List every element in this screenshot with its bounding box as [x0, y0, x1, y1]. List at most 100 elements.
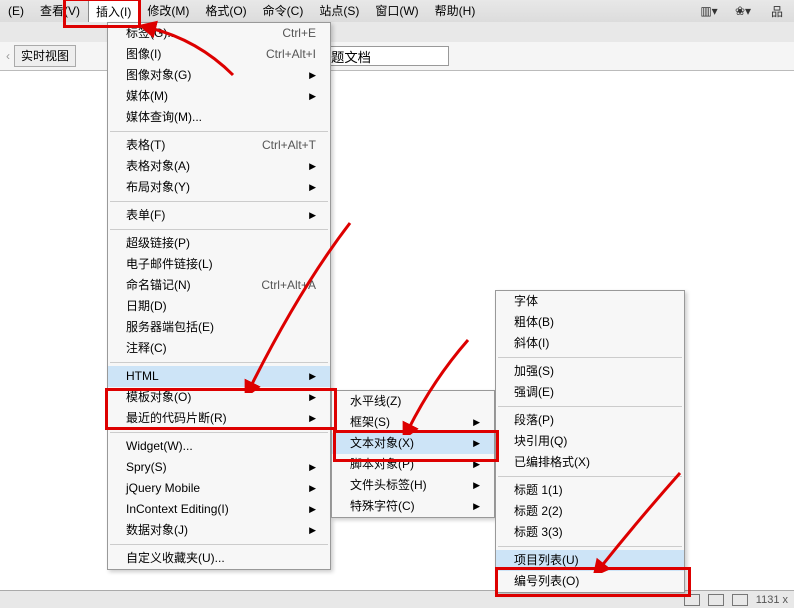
menubar: (E) 查看(V) 插入(I) 修改(M) 格式(O) 命令(C) 站点(S) … [0, 0, 794, 23]
menu-item-label: 项目列表(U) [514, 550, 579, 571]
insert-menu-item-19[interactable]: HTML ▶ [108, 366, 330, 387]
text-submenu-item-16[interactable]: 编号列表(O) [496, 571, 684, 592]
menu-e[interactable]: (E) [0, 0, 32, 22]
text-submenu-item-5[interactable]: 强调(E) [496, 382, 684, 403]
menu-format[interactable]: 格式(O) [197, 0, 254, 22]
html-submenu-item-3[interactable]: 脚本对象(P) ▶ [332, 454, 494, 475]
separator [110, 201, 328, 202]
menu-modify[interactable]: 修改(M) [139, 0, 197, 22]
separator [110, 432, 328, 433]
gear-icon[interactable]: ❀▾ [730, 2, 756, 20]
insert-menu-item-1[interactable]: 图像(I)Ctrl+Alt+I [108, 44, 330, 65]
menu-item-label: 强调(E) [514, 382, 554, 403]
insert-menu-item-6[interactable]: 表格(T)Ctrl+Alt+T [108, 135, 330, 156]
separator [110, 362, 328, 363]
menu-insert[interactable]: 插入(I) [88, 0, 139, 23]
menu-item-label: 加强(S) [514, 361, 554, 382]
text-submenu-item-2[interactable]: 斜体(I) [496, 333, 684, 354]
insert-menu-item-29[interactable]: 自定义收藏夹(U)... [108, 548, 330, 569]
selector-icon[interactable] [684, 594, 700, 606]
menu-item-label: 编号列表(O) [514, 571, 579, 592]
menu-site[interactable]: 站点(S) [311, 0, 367, 22]
screen-icon[interactable] [708, 594, 724, 606]
submenu-arrow-icon: ▶ [309, 205, 316, 226]
layout-icon[interactable]: ▥▾ [696, 2, 722, 20]
html-submenu-item-0[interactable]: 水平线(Z) [332, 391, 494, 412]
separator [110, 229, 328, 230]
menu-item-label: 特殊字符(C) [350, 496, 415, 517]
submenu-arrow-icon: ▶ [473, 475, 480, 496]
insert-menu-item-16[interactable]: 服务器端包括(E) [108, 317, 330, 338]
menu-item-label: 表格对象(A) [126, 156, 190, 177]
menu-item-label: 超级链接(P) [126, 233, 190, 254]
separator [498, 546, 682, 547]
menu-item-label: 最近的代码片断(R) [126, 408, 227, 429]
insert-menu-item-8[interactable]: 布局对象(Y)▶ [108, 177, 330, 198]
html-submenu-item-5[interactable]: 特殊字符(C)▶ [332, 496, 494, 517]
text-submenu-item-0[interactable]: 字体 [496, 291, 684, 312]
menu-item-label: 文本对象(X) [350, 433, 414, 454]
menu-item-label: 字体 [514, 291, 538, 312]
submenu-arrow-icon: ▶ [309, 387, 316, 408]
menu-item-label: 脚本对象(P) [350, 454, 414, 475]
menu-commands[interactable]: 命令(C) [255, 0, 312, 22]
menu-item-label: 媒体(M) [126, 86, 168, 107]
submenu-arrow-icon: ▶ [309, 499, 316, 520]
html-submenu: 水平线(Z)框架(S)▶文本对象(X)▶脚本对象(P)▶文件头标签(H)▶特殊字… [331, 390, 495, 518]
text-submenu-item-9[interactable]: 已编排格式(X) [496, 452, 684, 473]
menu-item-label: 图像(I) [126, 44, 161, 65]
insert-menu-item-20[interactable]: 模板对象(O)▶ [108, 387, 330, 408]
insert-menu-item-3[interactable]: 媒体(M)▶ [108, 86, 330, 107]
insert-menu-item-27[interactable]: 数据对象(J)▶ [108, 520, 330, 541]
text-submenu-item-11[interactable]: 标题 1(1) [496, 480, 684, 501]
submenu-arrow-icon: ▶ [309, 156, 316, 177]
insert-menu-item-4[interactable]: 媒体查询(M)... [108, 107, 330, 128]
insert-menu-item-12[interactable]: 超级链接(P) [108, 233, 330, 254]
menu-window[interactable]: 窗口(W) [367, 0, 426, 22]
menu-item-label: 布局对象(Y) [126, 177, 190, 198]
separator [110, 131, 328, 132]
insert-menu-item-24[interactable]: Spry(S)▶ [108, 457, 330, 478]
submenu-arrow-icon: ▶ [473, 454, 480, 475]
shortcut: Ctrl+E [282, 23, 316, 44]
menu-help[interactable]: 帮助(H) [427, 0, 484, 22]
insert-menu-item-25[interactable]: jQuery Mobile▶ [108, 478, 330, 499]
submenu-arrow-icon: ▶ [309, 366, 316, 387]
menu-item-label: 标题 1(1) [514, 480, 563, 501]
insert-menu-item-17[interactable]: 注释(C) [108, 338, 330, 359]
menu-item-label: 电子邮件链接(L) [126, 254, 213, 275]
text-submenu-item-13[interactable]: 标题 3(3) [496, 522, 684, 543]
insert-menu-item-21[interactable]: 最近的代码片断(R)▶ [108, 408, 330, 429]
text-submenu-item-7[interactable]: 段落(P) [496, 410, 684, 431]
insert-menu-item-13[interactable]: 电子邮件链接(L) [108, 254, 330, 275]
text-submenu-item-1[interactable]: 粗体(B) [496, 312, 684, 333]
text-object-submenu: 字体粗体(B)斜体(I) 加强(S)强调(E) 段落(P)块引用(Q)已编排格式(X… [495, 290, 685, 593]
menu-item-label: jQuery Mobile [126, 478, 200, 499]
menu-view[interactable]: 查看(V) [32, 0, 88, 22]
insert-menu: 标签(G)...Ctrl+E图像(I)Ctrl+Alt+I图像对象(G)▶媒体(… [107, 22, 331, 570]
menu-item-label: HTML [126, 366, 159, 387]
insert-menu-item-0[interactable]: 标签(G)...Ctrl+E [108, 23, 330, 44]
text-submenu-item-4[interactable]: 加强(S) [496, 361, 684, 382]
text-submenu-item-15[interactable]: 项目列表(U) [496, 550, 684, 571]
device-icon[interactable] [732, 594, 748, 606]
status-size: 1131 x [756, 594, 788, 606]
html-submenu-item-4[interactable]: 文件头标签(H)▶ [332, 475, 494, 496]
menu-item-label: 框架(S) [350, 412, 390, 433]
insert-menu-item-15[interactable]: 日期(D) [108, 296, 330, 317]
insert-menu-item-7[interactable]: 表格对象(A) ▶ [108, 156, 330, 177]
html-submenu-item-1[interactable]: 框架(S)▶ [332, 412, 494, 433]
live-view-button[interactable]: 实时视图 [14, 45, 76, 67]
text-submenu-item-8[interactable]: 块引用(Q) [496, 431, 684, 452]
insert-menu-item-10[interactable]: 表单(F)▶ [108, 205, 330, 226]
separator [498, 357, 682, 358]
menu-item-label: 水平线(Z) [350, 391, 401, 412]
text-submenu-item-12[interactable]: 标题 2(2) [496, 501, 684, 522]
html-submenu-item-2[interactable]: 文本对象(X)▶ [332, 433, 494, 454]
insert-menu-item-14[interactable]: 命名锚记(N)Ctrl+Alt+A [108, 275, 330, 296]
insert-menu-item-26[interactable]: InContext Editing(I)▶ [108, 499, 330, 520]
separator [498, 476, 682, 477]
insert-menu-item-2[interactable]: 图像对象(G)▶ [108, 65, 330, 86]
insert-menu-item-23[interactable]: Widget(W)... [108, 436, 330, 457]
sitemap-icon[interactable]: 品 [764, 2, 790, 20]
